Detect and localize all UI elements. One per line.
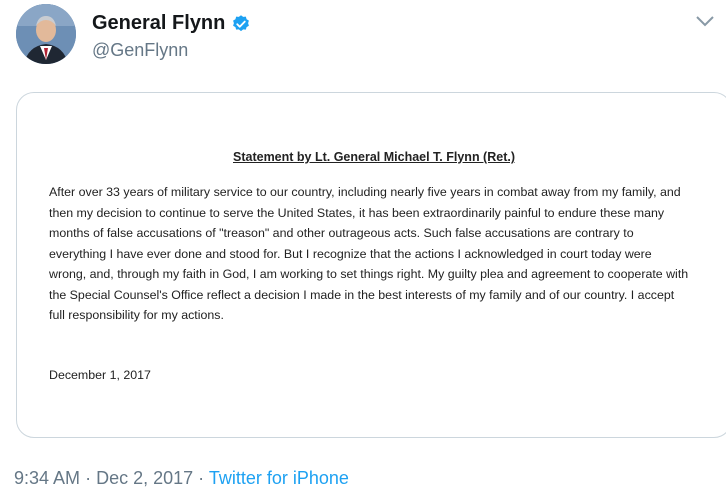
chevron-down-icon[interactable] [694, 14, 716, 28]
meta-separator: · [85, 468, 92, 488]
avatar-image [16, 4, 76, 64]
meta-separator: · [198, 468, 205, 488]
tweet-source-link[interactable]: Twitter for iPhone [209, 468, 349, 488]
display-name[interactable]: General Flynn [92, 12, 225, 35]
attached-image[interactable]: Statement by Lt. General Michael T. Flyn… [16, 92, 726, 438]
statement-body: After over 33 years of military service … [49, 185, 689, 322]
tweet-time[interactable]: 9:34 AM [14, 468, 80, 488]
user-handle[interactable]: @GenFlynn [92, 40, 188, 61]
tweet-meta: 9:34 AM · Dec 2, 2017 · Twitter for iPho… [14, 468, 349, 489]
statement-title: Statement by Lt. General Michael T. Flyn… [233, 150, 515, 164]
statement-date: December 1, 2017 [49, 368, 151, 382]
name-row: General Flynn [92, 12, 251, 35]
tweet-header: General Flynn @GenFlynn [16, 4, 716, 68]
tweet-date[interactable]: Dec 2, 2017 [96, 468, 193, 488]
avatar[interactable] [16, 4, 76, 64]
verified-badge-icon [233, 14, 250, 31]
